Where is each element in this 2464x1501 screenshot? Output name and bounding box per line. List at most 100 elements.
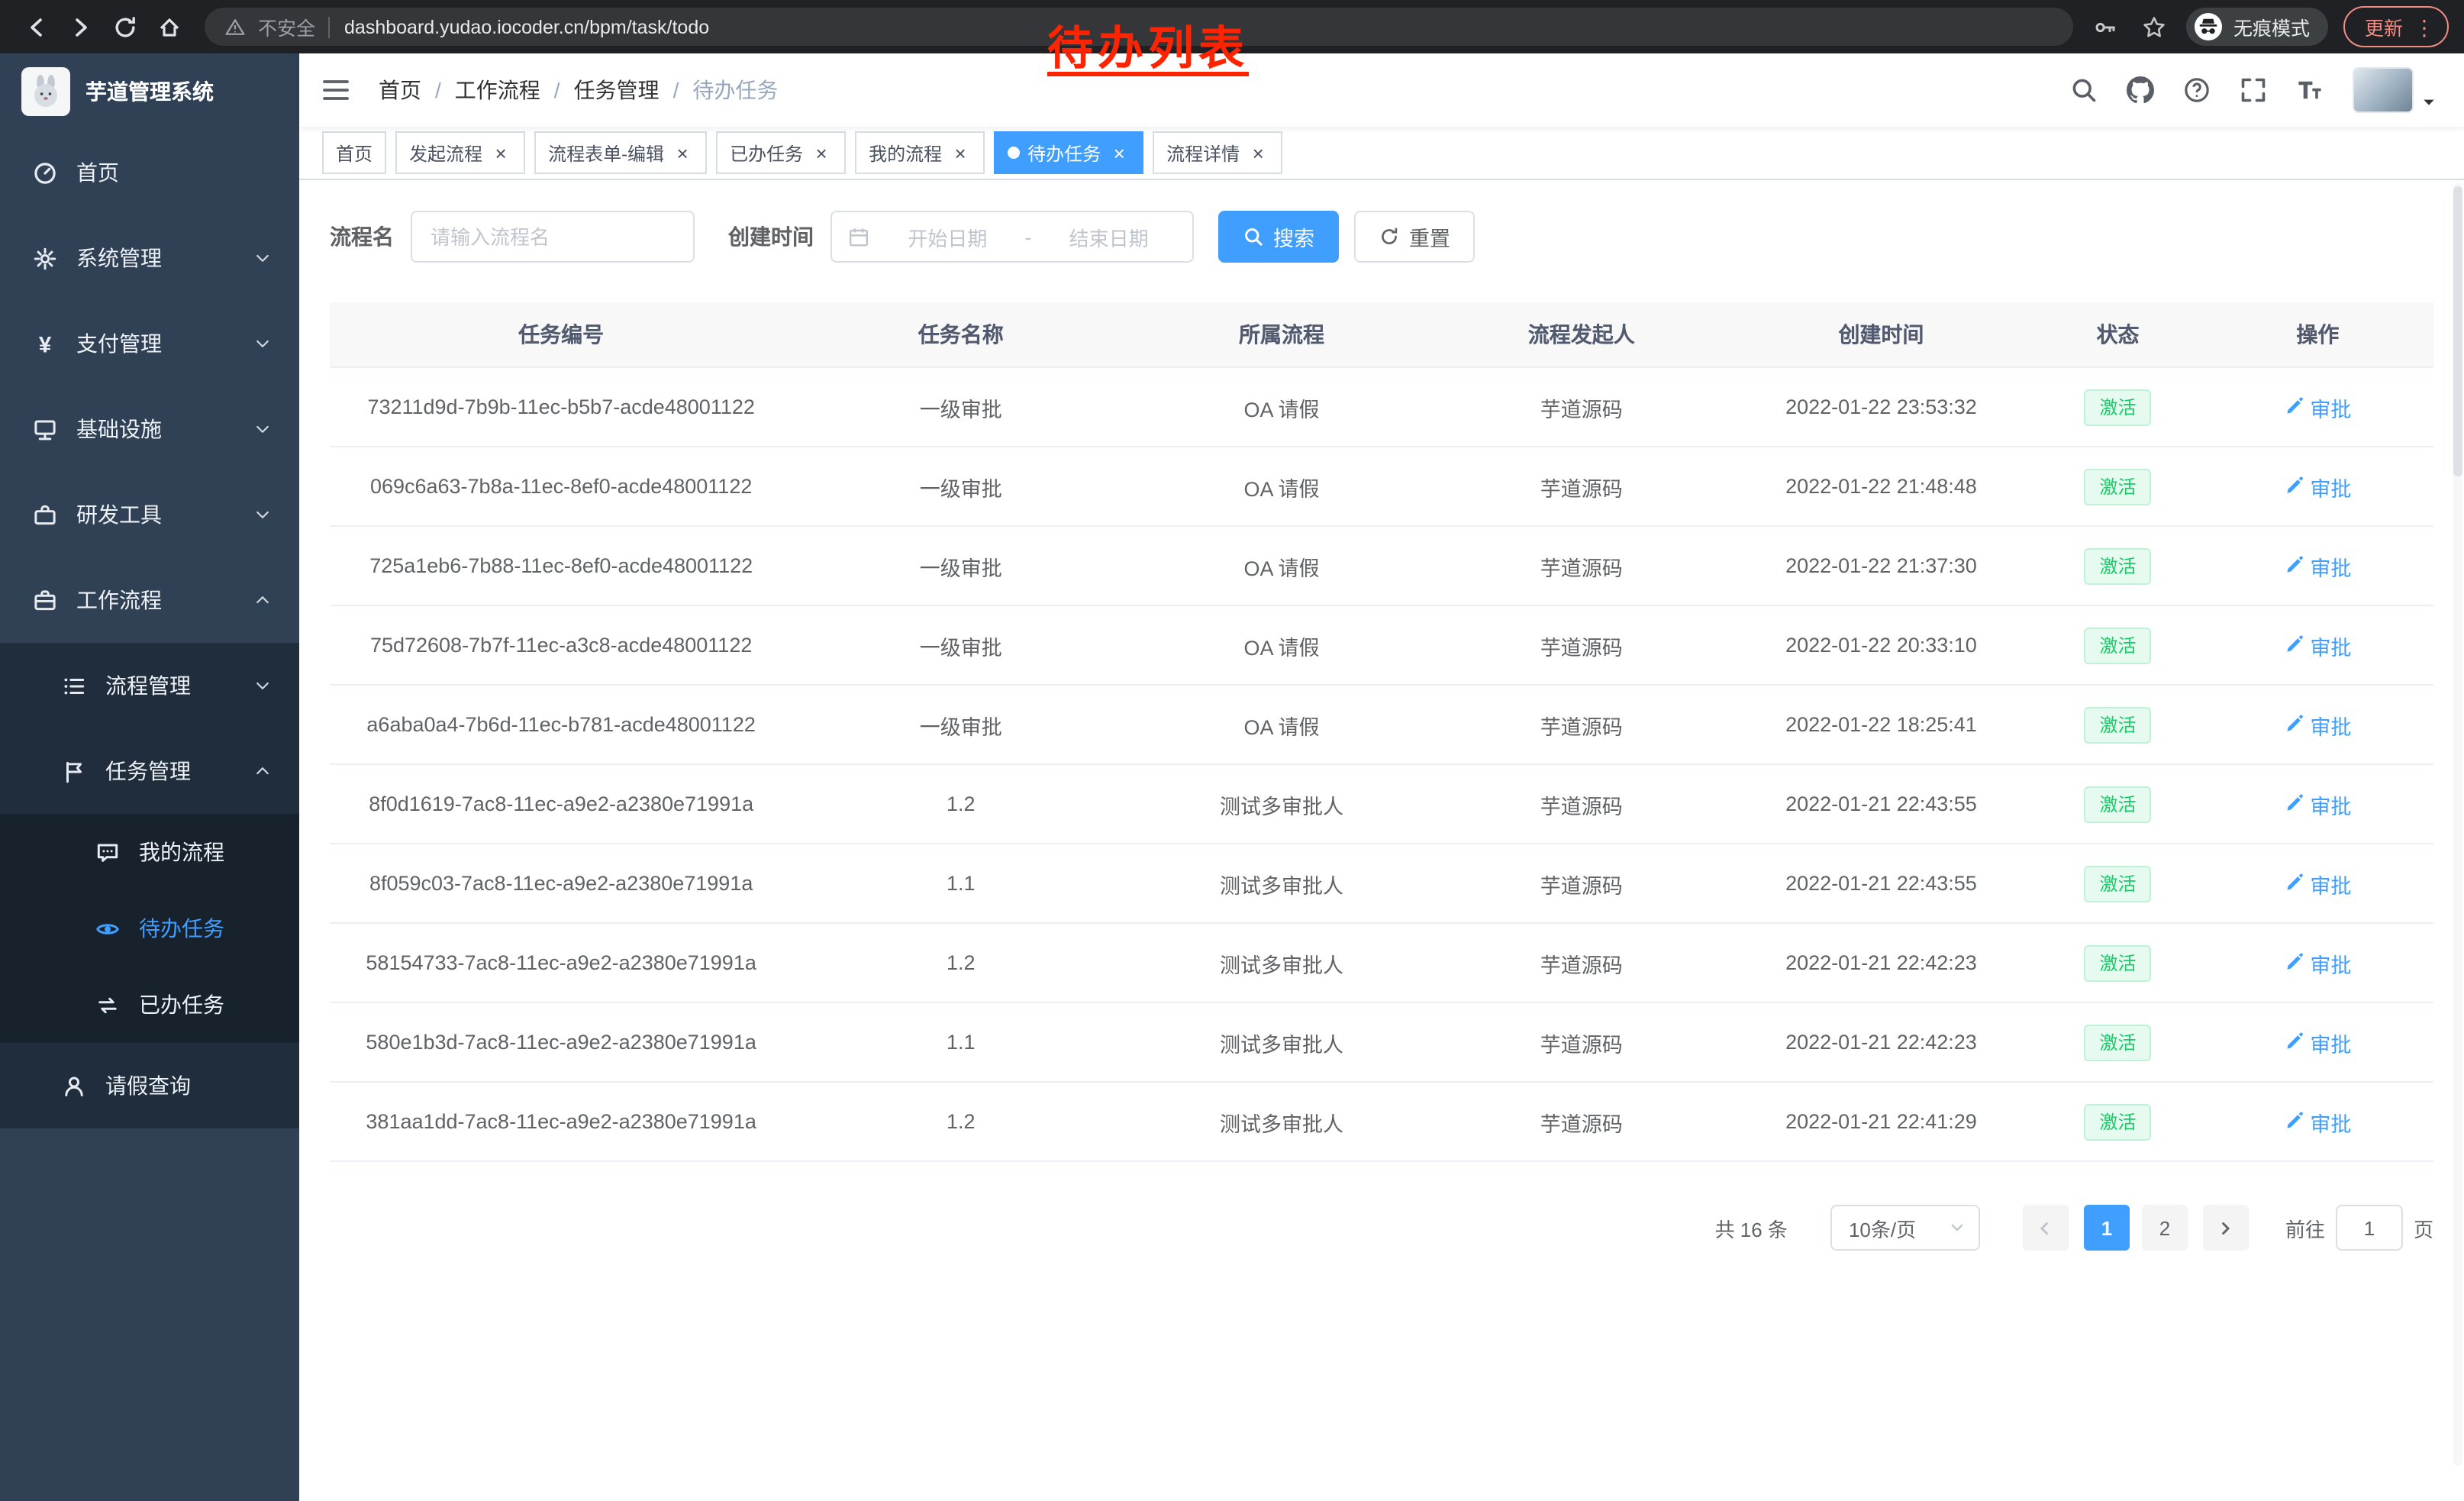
- tab-item[interactable]: 发起流程×: [395, 131, 525, 174]
- close-icon[interactable]: ×: [1247, 142, 1269, 163]
- incognito-badge: 无痕模式: [2186, 8, 2328, 46]
- date-range-picker[interactable]: 开始日期 - 结束日期: [830, 211, 1194, 263]
- scrollbar-thumb[interactable]: [2453, 186, 2462, 476]
- sidebar-menu: 首页系统管理¥支付管理基础设施研发工具工作流程流程管理任务管理我的流程待办任务已…: [0, 130, 299, 1128]
- cell-created-time: 2022-01-21 22:42:23: [1729, 923, 2034, 1002]
- cell-process: OA 请假: [1129, 605, 1434, 685]
- cell-task-id: 580e1b3d-7ac8-11ec-a9e2-a2380e71991a: [330, 1002, 792, 1082]
- reset-button[interactable]: 重置: [1354, 211, 1475, 263]
- close-icon[interactable]: ×: [811, 142, 832, 163]
- update-button[interactable]: 更新 ⋮: [2343, 6, 2449, 47]
- approve-button[interactable]: 审批: [2284, 947, 2351, 978]
- tags-view-bar: 首页发起流程×流程表单-编辑×已办任务×我的流程×待办任务×流程详情×: [299, 127, 2464, 180]
- approve-button[interactable]: 审批: [2284, 1027, 2351, 1057]
- password-key-button[interactable]: [2088, 10, 2122, 44]
- sidebar-item-workflow[interactable]: 工作流程: [0, 557, 299, 643]
- tab-item[interactable]: 流程详情×: [1153, 131, 1282, 174]
- approve-button[interactable]: 审批: [2284, 789, 2351, 819]
- bookmark-button[interactable]: [2137, 10, 2171, 44]
- chevron-down-icon: [253, 249, 272, 267]
- cell-created-time: 2022-01-22 21:37:30: [1729, 526, 2034, 605]
- approve-label: 审批: [2310, 1027, 2351, 1057]
- task-icon: [61, 758, 87, 784]
- fullscreen-icon[interactable]: [2240, 76, 2267, 104]
- approve-button[interactable]: 审批: [2284, 1106, 2351, 1137]
- close-icon[interactable]: ×: [672, 142, 693, 163]
- app-logo-row[interactable]: 芋道管理系统: [0, 53, 299, 130]
- search-icon[interactable]: [2070, 76, 2098, 104]
- tab-item[interactable]: 待办任务×: [994, 131, 1143, 174]
- sidebar-item-payment[interactable]: ¥支付管理: [0, 301, 299, 386]
- tab-item[interactable]: 已办任务×: [716, 131, 846, 174]
- list-icon: [61, 673, 87, 699]
- github-icon[interactable]: [2127, 76, 2154, 104]
- close-icon[interactable]: ×: [490, 142, 511, 163]
- tab-item[interactable]: 首页: [322, 131, 386, 174]
- home-button[interactable]: [148, 6, 189, 47]
- sidebar-item-process-mgmt[interactable]: 流程管理: [0, 643, 299, 728]
- chevron-up-icon: [253, 762, 272, 780]
- table-row: 73211d9d-7b9b-11ec-b5b7-acde48001122一级审批…: [330, 367, 2433, 447]
- page-size-select[interactable]: 10条/页: [1830, 1205, 1980, 1251]
- cell-initiator: 芋道源码: [1434, 923, 1729, 1002]
- approve-button[interactable]: 审批: [2284, 471, 2351, 502]
- sidebar-item-dev-tools[interactable]: 研发工具: [0, 472, 299, 557]
- tab-item[interactable]: 我的流程×: [855, 131, 985, 174]
- cell-initiator: 芋道源码: [1434, 1002, 1729, 1082]
- breadcrumb-item[interactable]: 任务管理: [574, 75, 660, 105]
- approve-button[interactable]: 审批: [2284, 392, 2351, 422]
- prev-page-button[interactable]: [2023, 1205, 2069, 1251]
- reset-button-label: 重置: [1409, 221, 1450, 252]
- breadcrumb-item[interactable]: 工作流程: [455, 75, 540, 105]
- user-menu[interactable]: [2353, 67, 2437, 113]
- sidebar-item-leave-query[interactable]: 请假查询: [0, 1043, 299, 1128]
- approve-button[interactable]: 审批: [2284, 630, 2351, 660]
- page-size-value: 10条/页: [1849, 1213, 1916, 1242]
- sidebar-item-todo-task[interactable]: 待办任务: [0, 890, 299, 967]
- cell-status: 激活: [2033, 1082, 2201, 1161]
- tools-icon: [32, 502, 58, 528]
- page-number-button[interactable]: 1: [2084, 1205, 2130, 1251]
- breadcrumb-item[interactable]: 首页: [379, 75, 421, 105]
- sidebar-item-done-task[interactable]: 已办任务: [0, 967, 299, 1043]
- back-button[interactable]: [15, 6, 56, 47]
- help-icon[interactable]: [2183, 76, 2211, 104]
- close-icon[interactable]: ×: [1108, 142, 1130, 163]
- cell-status: 激活: [2033, 447, 2201, 526]
- search-button[interactable]: 搜索: [1218, 211, 1339, 263]
- chat-icon: [95, 839, 121, 865]
- url-text: dashboard.yudao.iocoder.cn/bpm/task/todo: [327, 16, 709, 37]
- breadcrumb-item: 待办任务: [692, 75, 778, 105]
- edit-icon: [2284, 397, 2304, 417]
- sidebar-item-task-mgmt[interactable]: 任务管理: [0, 728, 299, 814]
- cell-status: 激活: [2033, 764, 2201, 844]
- font-size-icon[interactable]: [2296, 76, 2324, 104]
- approve-button[interactable]: 审批: [2284, 868, 2351, 899]
- hamburger-icon[interactable]: [321, 75, 351, 105]
- sidebar-item-home[interactable]: 首页: [0, 130, 299, 215]
- address-bar[interactable]: 不安全 dashboard.yudao.iocoder.cn/bpm/task/…: [205, 8, 2073, 46]
- goto-page-input[interactable]: [2336, 1205, 2403, 1251]
- process-name-input[interactable]: [411, 211, 695, 263]
- close-icon[interactable]: ×: [950, 142, 971, 163]
- cell-initiator: 芋道源码: [1434, 605, 1729, 685]
- sidebar-item-system[interactable]: 系统管理: [0, 215, 299, 301]
- next-page-button[interactable]: [2203, 1205, 2249, 1251]
- gear-icon: [32, 245, 58, 271]
- approve-label: 审批: [2310, 392, 2351, 422]
- sidebar-item-my-process[interactable]: 我的流程: [0, 814, 299, 890]
- star-icon: [2142, 15, 2166, 39]
- scrollbar[interactable]: [2453, 183, 2462, 1466]
- page-number-button[interactable]: 2: [2142, 1205, 2188, 1251]
- approve-button[interactable]: 审批: [2284, 550, 2351, 581]
- warning-icon: [224, 16, 246, 37]
- sidebar-item-label: 任务管理: [105, 756, 191, 786]
- refresh-button[interactable]: [104, 6, 145, 47]
- sidebar-item-infrastructure[interactable]: 基础设施: [0, 386, 299, 472]
- kebab-menu-icon[interactable]: ⋮: [2414, 16, 2435, 37]
- status-badge: 激活: [2084, 547, 2151, 584]
- cell-process: OA 请假: [1129, 447, 1434, 526]
- tab-item[interactable]: 流程表单-编辑×: [534, 131, 707, 174]
- approve-button[interactable]: 审批: [2284, 709, 2351, 740]
- forward-button[interactable]: [60, 6, 101, 47]
